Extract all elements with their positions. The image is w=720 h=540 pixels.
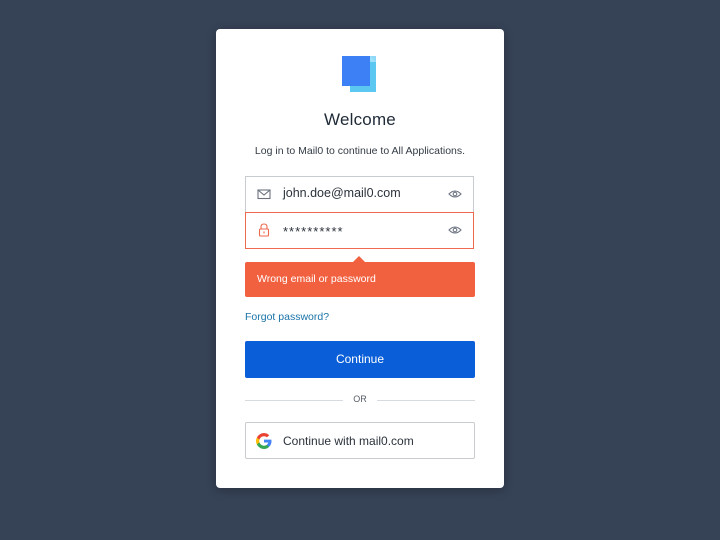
password-field[interactable]: **********	[245, 212, 474, 249]
envelope-icon	[257, 189, 271, 200]
forgot-password-link[interactable]: Forgot password?	[245, 311, 329, 323]
email-value: john.doe@mail0.com	[283, 186, 401, 200]
continue-button[interactable]: Continue	[245, 341, 475, 378]
or-divider: OR	[245, 393, 475, 407]
eye-icon[interactable]	[448, 189, 462, 199]
divider-label: OR	[353, 394, 367, 404]
password-value: **********	[283, 224, 344, 239]
error-message: Wrong email or password	[257, 273, 376, 285]
error-notch	[353, 256, 365, 262]
cube-logo-icon	[342, 56, 376, 92]
lock-icon	[258, 223, 270, 237]
divider-line-right	[377, 400, 475, 401]
continue-with-google-button[interactable]: Continue with mail0.com	[245, 422, 475, 459]
email-field[interactable]: john.doe@mail0.com	[245, 176, 474, 212]
eye-icon[interactable]	[448, 225, 462, 235]
google-icon	[256, 433, 272, 449]
login-card: Welcome Log in to Mail0 to continue to A…	[216, 29, 504, 488]
page-subtitle: Log in to Mail0 to continue to All Appli…	[254, 145, 466, 157]
page-title: Welcome	[324, 110, 396, 129]
social-button-label: Continue with mail0.com	[283, 434, 414, 448]
error-banner: Wrong email or password	[245, 256, 475, 297]
